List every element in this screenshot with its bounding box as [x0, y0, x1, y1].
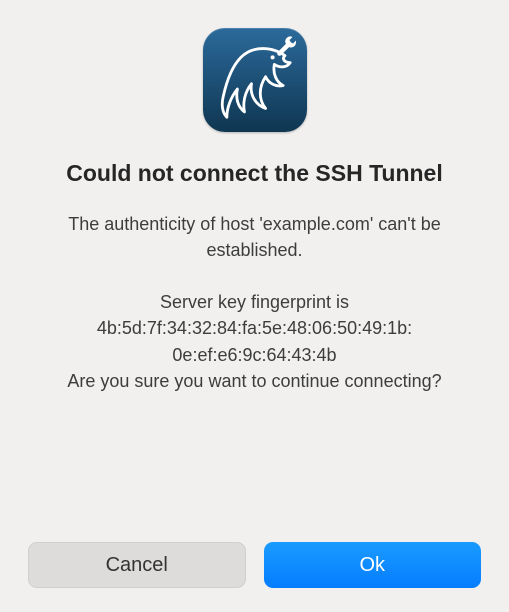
app-icon — [203, 28, 307, 132]
cancel-button[interactable]: Cancel — [28, 542, 246, 588]
ok-button[interactable]: Ok — [264, 542, 482, 588]
wrench-icon — [275, 36, 299, 60]
dialog-message: The authenticity of host 'example.com' c… — [28, 211, 481, 394]
dialog-title: Could not connect the SSH Tunnel — [66, 158, 443, 189]
button-row: Cancel Ok — [28, 542, 481, 588]
